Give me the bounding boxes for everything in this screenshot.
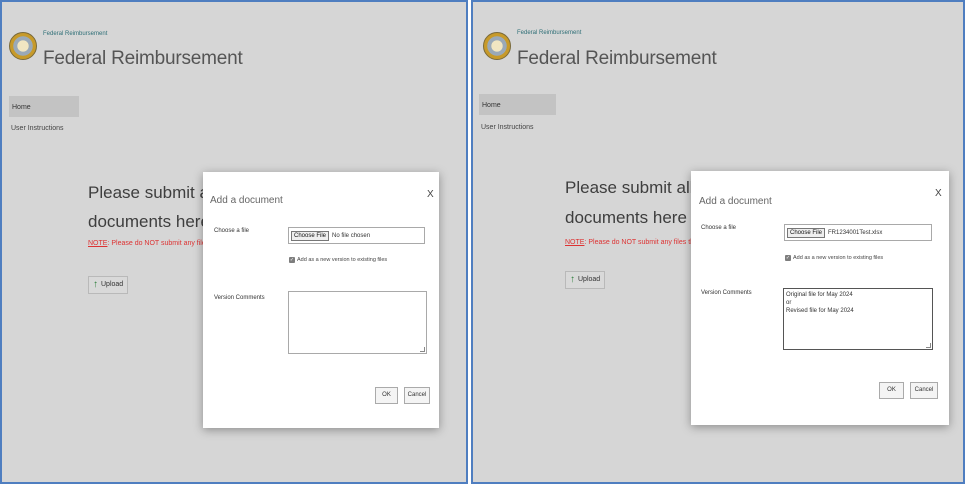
comment-line-1: Original file for May 2024	[786, 292, 853, 298]
dialog-title: Add a document	[210, 195, 283, 206]
note-body: : Please do NOT submit any files th	[584, 239, 695, 246]
cancel-button[interactable]: Cancel	[910, 382, 938, 399]
new-version-checkbox-row[interactable]: ✓ Add as a new version to existing files	[289, 257, 387, 263]
close-icon[interactable]: X	[935, 188, 942, 199]
upload-label: Upload	[101, 281, 124, 288]
choose-file-button[interactable]: Choose File	[787, 227, 826, 238]
upload-button[interactable]: ↑ Upload	[565, 271, 606, 289]
file-status: No file chosen	[332, 232, 371, 239]
checkbox-label: Add as a new version to existing files	[297, 257, 388, 263]
left-screenshot-panel: Federal Reimbursement Federal Reimbursem…	[0, 0, 468, 484]
nav-home[interactable]: Home	[479, 94, 556, 115]
file-input[interactable]: Choose File No file chosen	[288, 227, 425, 244]
ok-button[interactable]: OK	[375, 387, 398, 404]
checkbox-checked-icon[interactable]: ✓	[785, 255, 791, 261]
upload-arrow-icon: ↑	[93, 279, 98, 290]
choose-file-label: Choose a file	[701, 225, 737, 231]
state-seal-logo[interactable]	[9, 32, 37, 60]
note-text: NOTE: Please do NOT submit any files th	[565, 239, 694, 246]
version-comments-label: Version Comments	[701, 290, 752, 296]
resize-handle-icon[interactable]	[420, 347, 425, 352]
site-small-title: Federal Reimbursement	[43, 31, 108, 37]
upload-label: Upload	[578, 276, 601, 283]
choose-file-label: Choose a file	[214, 228, 250, 234]
add-document-dialog: Add a document X Choose a file Choose Fi…	[203, 172, 439, 428]
file-input[interactable]: Choose File FR1234001Test.xlsx	[784, 224, 932, 241]
state-seal-logo[interactable]	[483, 32, 511, 60]
version-comments-textarea[interactable]	[288, 291, 427, 354]
nav-user-instructions[interactable]: User Instructions	[11, 125, 64, 132]
dialog-title: Add a document	[699, 196, 772, 207]
upload-arrow-icon: ↑	[570, 274, 575, 285]
version-comments-textarea[interactable]: Original file for May 2024 or Revised fi…	[783, 288, 933, 350]
version-comments-label: Version Comments	[214, 295, 265, 301]
site-small-title: Federal Reimbursement	[517, 30, 582, 36]
site-title: Federal Reimbursement	[517, 48, 717, 69]
nav-user-instructions[interactable]: User Instructions	[481, 124, 534, 131]
page-heading-line2: documents here	[565, 208, 687, 227]
upload-button[interactable]: ↑ Upload	[88, 276, 129, 294]
comment-line-2: or	[786, 300, 792, 307]
choose-file-button[interactable]: Choose File	[291, 230, 330, 241]
right-screenshot-panel: Federal Reimbursement Federal Reimbursem…	[471, 0, 965, 484]
checkbox-label: Add as a new version to existing files	[793, 255, 884, 261]
note-text: NOTE: Please do NOT submit any files th	[88, 240, 217, 247]
note-prefix: NOTE	[565, 239, 585, 246]
page-heading-line2: documents here	[88, 212, 210, 231]
nav-home[interactable]: Home	[9, 96, 79, 117]
note-body: : Please do NOT submit any files th	[107, 240, 218, 247]
file-status: FR1234001Test.xlsx	[828, 229, 883, 236]
new-version-checkbox-row[interactable]: ✓ Add as a new version to existing files	[785, 255, 883, 261]
add-document-dialog: Add a document X Choose a file Choose Fi…	[691, 171, 949, 425]
ok-button[interactable]: OK	[879, 382, 904, 399]
cancel-button[interactable]: Cancel	[404, 387, 430, 404]
resize-handle-icon[interactable]	[926, 343, 931, 348]
comment-line-3: Revised file for May 2024	[786, 308, 854, 315]
note-prefix: NOTE	[88, 240, 108, 247]
close-icon[interactable]: X	[427, 189, 434, 200]
checkbox-checked-icon[interactable]: ✓	[289, 257, 295, 263]
site-title: Federal Reimbursement	[43, 48, 243, 69]
